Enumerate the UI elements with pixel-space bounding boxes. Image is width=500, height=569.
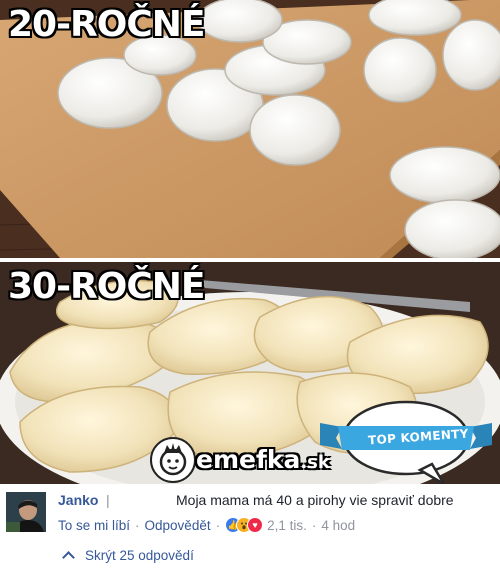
action-dot: · <box>311 517 317 533</box>
bottom-caption: 30-ROČNÉ <box>8 266 206 307</box>
action-dot: · <box>135 517 140 533</box>
like-link[interactable]: To se mi líbí <box>58 518 130 533</box>
comment-actions: To se mi líbí · Odpovědět · 👍 ♥ 2,1 tis.… <box>58 517 355 533</box>
chevron-up-icon <box>62 551 75 564</box>
hide-replies-label: Skrýt 25 odpovědí <box>85 548 194 563</box>
reactions[interactable]: 👍 ♥ <box>225 517 264 533</box>
lion-logo-icon <box>150 437 196 483</box>
top-caption: 20-ROČNÉ <box>8 4 206 45</box>
top-komenty-badge: TOP KOMENTY <box>320 398 492 486</box>
meme-top-image: 20-ROČNÉ <box>0 0 500 258</box>
avatar[interactable] <box>6 492 46 532</box>
watermark-text: emefka.sk <box>196 445 330 474</box>
comment: Janko | Moja mama má 40 a pirohy vie spr… <box>0 484 500 569</box>
comment-text: Moja mama má 40 a pirohy vie spraviť dob… <box>176 492 454 508</box>
hide-replies-link[interactable]: Skrýt 25 odpovědí <box>60 548 194 564</box>
reply-link[interactable]: Odpovědět <box>145 518 211 533</box>
heart-reaction-icon: ♥ <box>247 517 264 533</box>
comment-author[interactable]: Janko <box>58 492 98 508</box>
author-separator: | <box>106 492 110 508</box>
action-dot: · <box>215 517 221 533</box>
comment-timestamp[interactable]: 4 hod <box>321 518 355 533</box>
reaction-count[interactable]: 2,1 tis. <box>267 518 307 533</box>
